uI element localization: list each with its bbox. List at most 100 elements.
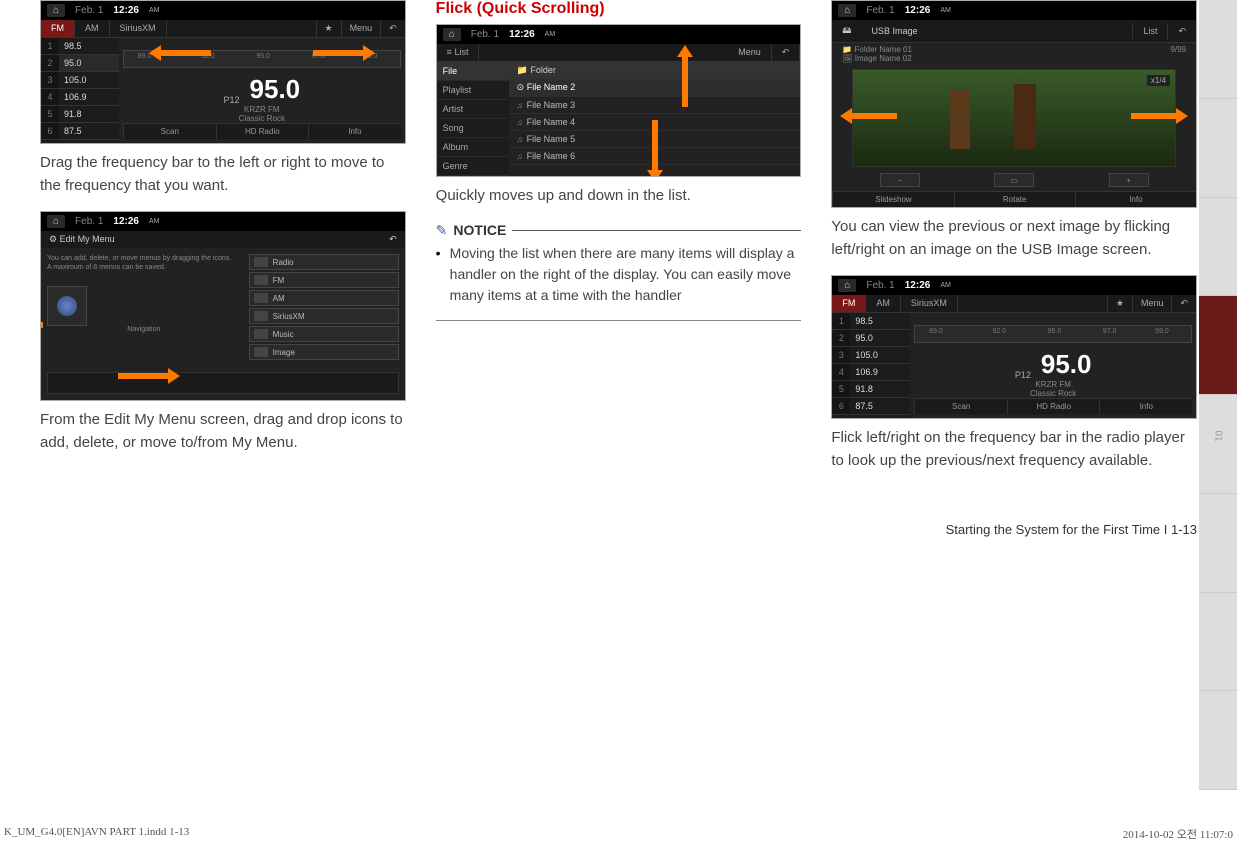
menu-item-siriusxm[interactable]: SiriusXM [249,308,399,324]
image-name-label: 🖼 Image Name 02 [842,54,912,63]
caption-usb-image: You can view the previous or next image … [831,216,1197,261]
station-name: KRZR FM [123,105,401,114]
drag-music-arrow [40,320,43,330]
zoom-in-button[interactable]: + [1109,173,1149,187]
zoom-out-button[interactable]: − [880,173,920,187]
star-icon[interactable]: ★ [316,20,341,37]
cat-artist[interactable]: Artist [437,100,509,119]
home-icon[interactable]: ⌂ [838,4,856,17]
menu-item-am[interactable]: AM [249,290,399,306]
cat-genre[interactable]: Genre [437,157,509,176]
menu-button[interactable]: Menu [1132,295,1172,312]
zoom-fit-button[interactable]: ▭ [994,173,1034,187]
menu-items-panel: Radio FM AM SiriusXM Music Image [249,254,399,362]
list-item[interactable]: ♫File Name 3 [509,97,801,114]
info-button[interactable]: Info [308,124,401,139]
play-icon: ⊙ [517,82,525,92]
list-item[interactable]: ⊙ File Name 2 [509,79,801,97]
cat-playlist[interactable]: Playlist [437,81,509,100]
preset-list: 198.5 295.0 3105.0 4106.9 591.8 687.5 [41,38,119,143]
menu-item-music[interactable]: Music [249,326,399,342]
caption-drag-frequency: Drag the frequency bar to the left or ri… [40,152,406,197]
screenshot-flick-list: ⌂ Feb. 1 12:26 AM ≡ List Menu ↶ File Pla… [436,24,802,177]
column-2: Flick (Quick Scrolling) ⌂ Feb. 1 12:26 A… [436,0,802,537]
rotate-button[interactable]: Rotate [954,192,1075,207]
home-icon[interactable]: ⌂ [47,215,65,228]
back-icon[interactable]: ↶ [1167,23,1196,40]
tab-siriusxm[interactable]: SiriusXM [110,20,167,37]
hdradio-button[interactable]: HD Radio [1007,399,1100,414]
document-footer: K_UM_G4.0[EN]AVN PART 1.indd 1-13 2014-1… [0,826,1237,842]
tab-fm[interactable]: FM [41,20,75,37]
list-button[interactable]: ≡ List [437,44,480,61]
back-icon[interactable]: ↶ [389,234,397,245]
doc-footer-right: 2014-10-02 오전 11:07:0 [1123,826,1233,842]
notice-header: ✎ NOTICE [436,222,802,239]
screen-title: USB Image [861,23,927,39]
menu-button[interactable]: Menu [728,44,772,61]
doc-footer-left: K_UM_G4.0[EN]AVN PART 1.indd 1-13 [4,826,189,842]
notice-title: NOTICE [453,222,506,238]
station-genre: Classic Rock [123,114,401,123]
drag-left-arrow [149,48,211,58]
side-tab-number: 01 [1213,430,1224,468]
back-icon[interactable]: ↶ [1171,295,1196,312]
star-icon[interactable]: ★ [1107,295,1132,312]
home-icon[interactable]: ⌂ [47,4,65,17]
usb-icon: 🖴 [832,20,861,42]
folder-name-label: 📁 Folder Name 01 [842,45,912,54]
status-time: 12:26 [113,5,139,16]
image-count: 9/99 [1170,45,1186,63]
tab-siriusxm[interactable]: SiriusXM [901,295,958,312]
notice-icon: ✎ [436,222,448,239]
back-icon[interactable]: ↶ [772,44,801,61]
notice-body: • Moving the list when there are many it… [436,243,802,321]
folder-header[interactable]: 📁 Folder [509,62,801,79]
cat-file[interactable]: File [437,62,509,81]
flick-down-arrow [650,120,660,177]
image-viewport[interactable] [852,69,1176,167]
frequency-bar[interactable]: 89.0 92.0 95.0 97.0 99.0 [914,325,1192,343]
page-footer-title: Starting the System for the First Time I… [831,522,1197,537]
current-frequency: 95.0 [250,74,301,105]
menu-item-fm[interactable]: FM [249,272,399,288]
tab-am[interactable]: AM [75,20,110,37]
status-ampm: AM [149,7,160,14]
drop-tray[interactable] [47,372,399,394]
tab-fm[interactable]: FM [832,295,866,312]
menu-item-radio[interactable]: Radio [249,254,399,270]
scan-button[interactable]: Scan [123,124,216,139]
zoom-label: x1/4 [1147,75,1170,86]
scan-button[interactable]: Scan [914,399,1007,414]
home-icon[interactable]: ⌂ [443,28,461,41]
menu-button[interactable]: Menu [341,20,381,37]
hdradio-button[interactable]: HD Radio [216,124,309,139]
status-date: Feb. 1 [75,5,103,16]
section-heading-flick: Flick (Quick Scrolling) [436,0,802,18]
music-icon: ♫ [517,152,523,161]
screen-title: ⚙ Edit My Menu ↶ [41,231,405,248]
navigation-icon[interactable] [47,286,87,326]
info-button[interactable]: Info [1075,192,1196,207]
flick-up-arrow [680,45,690,107]
side-tab-active [1199,296,1237,395]
cat-album[interactable]: Album [437,138,509,157]
slideshow-button[interactable]: Slideshow [832,192,953,207]
music-icon: ♫ [517,101,523,110]
gear-icon: ⚙ [49,234,57,244]
side-chapter-tabs: 01 [1199,0,1237,790]
screenshot-edit-menu: ⌂ Feb. 1 12:26 AM ⚙ Edit My Menu ↶ You c… [40,211,406,401]
cat-song[interactable]: Song [437,119,509,138]
list-button[interactable]: List [1132,23,1167,39]
caption-flick-list: Quickly moves up and down in the list. [436,185,802,208]
home-icon[interactable]: ⌂ [838,279,856,292]
music-icon: ♫ [517,135,523,144]
music-icon: ♫ [517,118,523,127]
info-button[interactable]: Info [1099,399,1192,414]
preset-number: P12 [224,95,240,105]
flick-left-arrow [840,111,897,121]
back-icon[interactable]: ↶ [380,20,405,37]
tab-am[interactable]: AM [866,295,901,312]
tray-arrow [118,371,180,381]
menu-item-image[interactable]: Image [249,344,399,360]
